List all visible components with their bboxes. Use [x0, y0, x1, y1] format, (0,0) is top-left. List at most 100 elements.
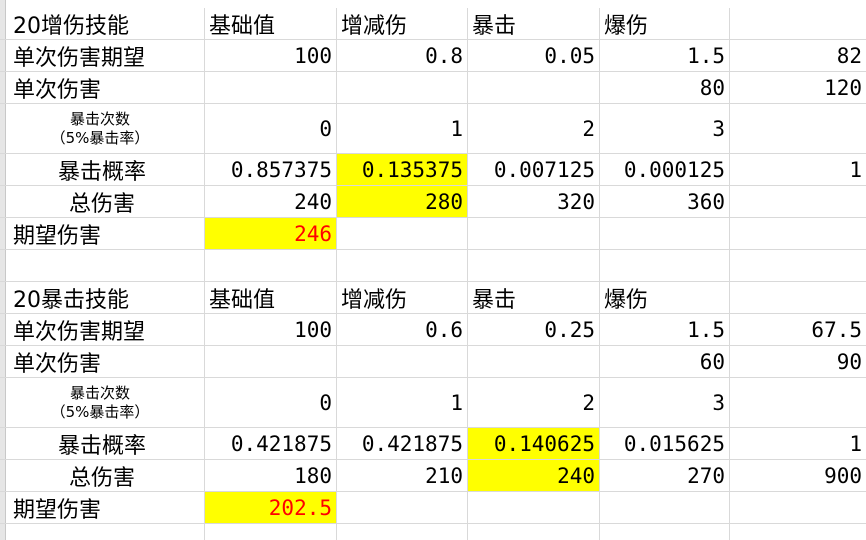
cell-header-base[interactable]: 基础值 [205, 8, 337, 40]
cell-value[interactable]: 100 [205, 314, 337, 346]
cell-value[interactable]: 0 [205, 378, 337, 428]
empty-cell[interactable] [468, 250, 600, 282]
row-label[interactable]: 暴击次数 （5%暴击率） [0, 378, 205, 428]
cell-value[interactable]: 82 [730, 40, 866, 72]
cell-value[interactable] [337, 346, 468, 378]
row-label[interactable]: 期望伤害 [0, 492, 205, 524]
cell-value[interactable]: 0.857375 [205, 154, 337, 186]
cell-header-empty[interactable] [730, 8, 866, 40]
cell-block2-title[interactable]: 20暴击技能 [0, 282, 205, 314]
cell-expected-damage-result[interactable]: 202.5 [205, 492, 337, 524]
block2-row-expected-damage: 期望伤害 202.5 [0, 492, 866, 524]
cell-value[interactable] [468, 218, 600, 250]
cell-value[interactable]: 900 [730, 460, 866, 492]
empty-cell[interactable] [730, 524, 866, 540]
cell-value[interactable] [205, 72, 337, 104]
cell-value-highlighted[interactable]: 0.135375 [337, 154, 468, 186]
cell-value[interactable]: 1.5 [600, 314, 730, 346]
cell-value-highlighted[interactable]: 240 [468, 460, 600, 492]
cell-value[interactable]: 0.421875 [337, 428, 468, 460]
row-label[interactable]: 暴击概率 [0, 428, 205, 460]
cell-value[interactable] [730, 378, 866, 428]
cell-value[interactable]: 1 [730, 154, 866, 186]
row-label[interactable]: 暴击次数 （5%暴击率） [0, 104, 205, 154]
cell-value[interactable]: 2 [468, 378, 600, 428]
row-label[interactable]: 总伤害 [0, 186, 205, 218]
empty-cell[interactable] [600, 250, 730, 282]
block1-header-row: 20增伤技能 基础值 增减伤 暴击 爆伤 [0, 8, 866, 40]
cell-value[interactable]: 3 [600, 378, 730, 428]
cell-value[interactable]: 0 [205, 104, 337, 154]
cell-value[interactable]: 0.000125 [600, 154, 730, 186]
cell-value[interactable]: 0.05 [468, 40, 600, 72]
cell-value[interactable]: 0.015625 [600, 428, 730, 460]
cell-value[interactable] [337, 218, 468, 250]
cell-header-empty[interactable] [730, 282, 866, 314]
cell-value[interactable] [468, 346, 600, 378]
cell-value[interactable]: 1 [337, 378, 468, 428]
cell-value[interactable]: 67.5 [730, 314, 866, 346]
cell-value[interactable]: 3 [600, 104, 730, 154]
cell-value[interactable]: 2 [468, 104, 600, 154]
cell-value[interactable]: 100 [205, 40, 337, 72]
cell-value[interactable]: 60 [600, 346, 730, 378]
empty-cell[interactable] [0, 250, 205, 282]
cell-value[interactable] [730, 218, 866, 250]
cell-value[interactable] [730, 186, 866, 218]
cell-value[interactable]: 0.007125 [468, 154, 600, 186]
cell-expected-damage-result[interactable]: 246 [205, 218, 337, 250]
cell-value-highlighted[interactable]: 280 [337, 186, 468, 218]
row-label[interactable]: 期望伤害 [0, 218, 205, 250]
cell-value[interactable]: 120 [730, 72, 866, 104]
empty-cell[interactable] [205, 250, 337, 282]
empty-cell[interactable] [337, 250, 468, 282]
cell-value[interactable]: 1 [730, 428, 866, 460]
cell-value[interactable] [468, 492, 600, 524]
cell-value[interactable]: 0.8 [337, 40, 468, 72]
empty-cell[interactable] [205, 524, 337, 540]
cell-value[interactable]: 80 [600, 72, 730, 104]
row-label[interactable]: 单次伤害期望 [0, 314, 205, 346]
cell-value[interactable] [205, 346, 337, 378]
cell-value[interactable]: 320 [468, 186, 600, 218]
cell-header-crit[interactable]: 暴击 [468, 282, 600, 314]
cell-header-crit-dmg[interactable]: 爆伤 [600, 8, 730, 40]
row-label[interactable]: 总伤害 [0, 460, 205, 492]
empty-cell[interactable] [730, 250, 866, 282]
cell-value[interactable]: 0.6 [337, 314, 468, 346]
row-label[interactable]: 单次伤害 [0, 346, 205, 378]
cell-value[interactable] [730, 492, 866, 524]
cell-header-dmg-mod[interactable]: 增减伤 [337, 8, 468, 40]
row-label[interactable]: 单次伤害期望 [0, 40, 205, 72]
block1-row-single-damage: 单次伤害 80 120 [0, 72, 866, 104]
cell-value-highlighted[interactable]: 0.140625 [468, 428, 600, 460]
cell-value[interactable]: 180 [205, 460, 337, 492]
row-label[interactable]: 暴击概率 [0, 154, 205, 186]
cell-header-base[interactable]: 基础值 [205, 282, 337, 314]
empty-cell[interactable] [468, 524, 600, 540]
row-label[interactable]: 单次伤害 [0, 72, 205, 104]
cell-header-dmg-mod[interactable]: 增减伤 [337, 282, 468, 314]
cell-value[interactable]: 1.5 [600, 40, 730, 72]
empty-cell[interactable] [600, 524, 730, 540]
empty-cell[interactable] [337, 524, 468, 540]
cell-value[interactable]: 90 [730, 346, 866, 378]
cell-value[interactable]: 0.25 [468, 314, 600, 346]
cell-header-crit[interactable]: 暴击 [468, 8, 600, 40]
cell-value[interactable] [600, 492, 730, 524]
cell-value[interactable]: 0.421875 [205, 428, 337, 460]
cell-value[interactable]: 210 [337, 460, 468, 492]
empty-cell[interactable] [0, 524, 205, 540]
cell-value[interactable]: 360 [600, 186, 730, 218]
cell-value[interactable]: 1 [337, 104, 468, 154]
cell-block1-title[interactable]: 20增伤技能 [0, 8, 205, 40]
cell-value[interactable] [337, 72, 468, 104]
cell-value[interactable] [337, 492, 468, 524]
cell-value[interactable] [730, 104, 866, 154]
cell-header-crit-dmg[interactable]: 爆伤 [600, 282, 730, 314]
spacer-row [0, 250, 866, 282]
cell-value[interactable] [468, 72, 600, 104]
cell-value[interactable]: 240 [205, 186, 337, 218]
cell-value[interactable] [600, 218, 730, 250]
cell-value[interactable]: 270 [600, 460, 730, 492]
